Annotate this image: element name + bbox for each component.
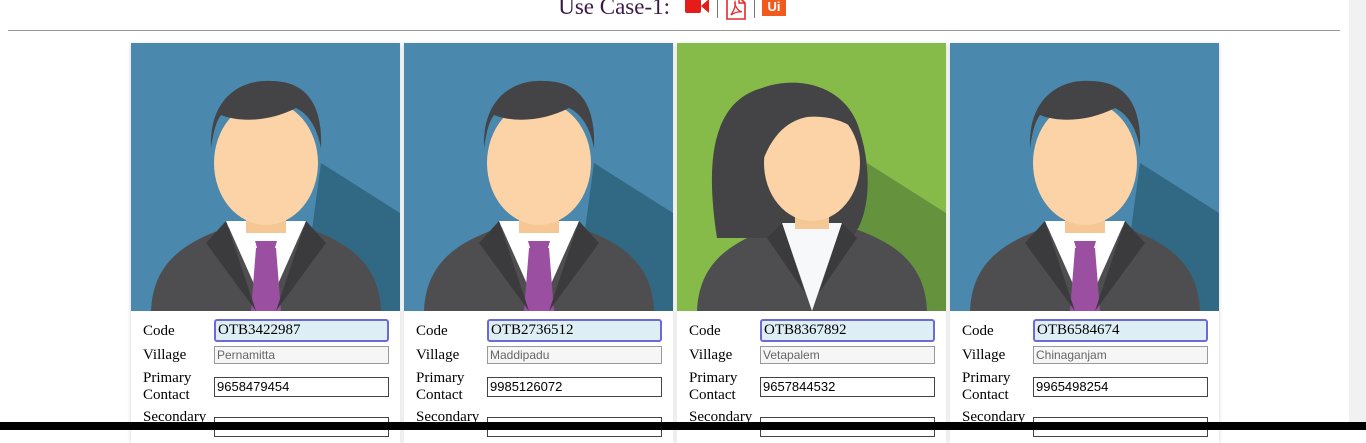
code-row: Code OTB2736512 <box>416 319 666 345</box>
village-input[interactable]: Vetapalem <box>760 346 935 364</box>
header-divider <box>8 30 1340 31</box>
code-label: Code <box>143 323 175 339</box>
village-input[interactable]: Maddipadu <box>487 346 662 364</box>
primary-contact-row: Primary Contact 9965498254 <box>962 369 1212 405</box>
primary-contact-input[interactable]: 9658479454 <box>214 377 389 397</box>
customer-card: Code OTB3422987 Village Pernamitta Prima… <box>131 43 400 443</box>
primary-label-line2: Contact <box>689 387 736 403</box>
customer-card: Code OTB8367892 Village Vetapalem Primar… <box>677 43 946 443</box>
code-row: Code OTB6584674 <box>962 319 1212 345</box>
primary-label-line1: Primary <box>416 370 465 386</box>
code-label: Code <box>416 323 448 339</box>
code-input[interactable]: OTB3422987 <box>214 319 389 342</box>
male-avatar-icon <box>404 43 673 311</box>
header-icon-group: Ui <box>680 0 790 22</box>
village-row: Village Pernamitta <box>143 345 393 367</box>
primary-contact-input[interactable]: 9965498254 <box>1033 377 1208 397</box>
video-camera-icon[interactable] <box>684 0 710 18</box>
primary-label-line2: Contact <box>416 387 463 403</box>
code-label: Code <box>962 323 994 339</box>
female-avatar-icon <box>677 43 946 311</box>
code-row: Code OTB3422987 <box>143 319 393 345</box>
village-label: Village <box>143 347 187 363</box>
village-input[interactable]: Chinaganjam <box>1033 346 1208 364</box>
svg-text:Ui: Ui <box>767 0 780 14</box>
male-avatar-icon <box>950 43 1219 311</box>
primary-contact-row: Primary Contact 9658479454 <box>143 369 393 405</box>
primary-label-line1: Primary <box>689 370 738 386</box>
primary-label-line1: Primary <box>962 370 1011 386</box>
village-row: Village Chinaganjam <box>962 345 1212 367</box>
code-label: Code <box>689 323 721 339</box>
primary-contact-row: Primary Contact 9657844532 <box>689 369 939 405</box>
primary-contact-label: Primary Contact <box>689 370 737 404</box>
customer-card: Code OTB2736512 Village Maddipadu Primar… <box>404 43 673 443</box>
code-input[interactable]: OTB8367892 <box>760 319 935 342</box>
primary-contact-label: Primary Contact <box>962 370 1010 404</box>
pdf-icon[interactable] <box>725 0 747 22</box>
vertical-scrollbar[interactable] <box>1349 0 1366 422</box>
primary-contact-input[interactable]: 9657844532 <box>760 377 935 397</box>
code-input[interactable]: OTB2736512 <box>487 319 662 342</box>
code-input[interactable]: OTB6584674 <box>1033 319 1208 342</box>
village-label: Village <box>689 347 733 363</box>
icon-separator <box>753 0 755 18</box>
primary-label-line2: Contact <box>143 387 190 403</box>
male-avatar-icon <box>131 43 400 311</box>
primary-contact-row: Primary Contact 9985126072 <box>416 369 666 405</box>
village-input[interactable]: Pernamitta <box>214 346 389 364</box>
village-row: Village Maddipadu <box>416 345 666 367</box>
icon-separator <box>716 0 718 18</box>
code-row: Code OTB8367892 <box>689 319 939 345</box>
bottom-bar <box>0 422 1366 430</box>
primary-label-line2: Contact <box>962 387 1009 403</box>
village-row: Village Vetapalem <box>689 345 939 367</box>
primary-contact-label: Primary Contact <box>416 370 464 404</box>
village-label: Village <box>416 347 460 363</box>
page-header: Use Case-1: Ui <box>0 0 1348 28</box>
primary-contact-label: Primary Contact <box>143 370 191 404</box>
ui-icon[interactable]: Ui <box>761 0 786 18</box>
primary-label-line1: Primary <box>143 370 192 386</box>
use-case-title: Use Case-1: <box>558 0 671 19</box>
primary-contact-input[interactable]: 9985126072 <box>487 377 662 397</box>
village-label: Village <box>962 347 1006 363</box>
customer-card: Code OTB6584674 Village Chinaganjam Prim… <box>950 43 1219 443</box>
